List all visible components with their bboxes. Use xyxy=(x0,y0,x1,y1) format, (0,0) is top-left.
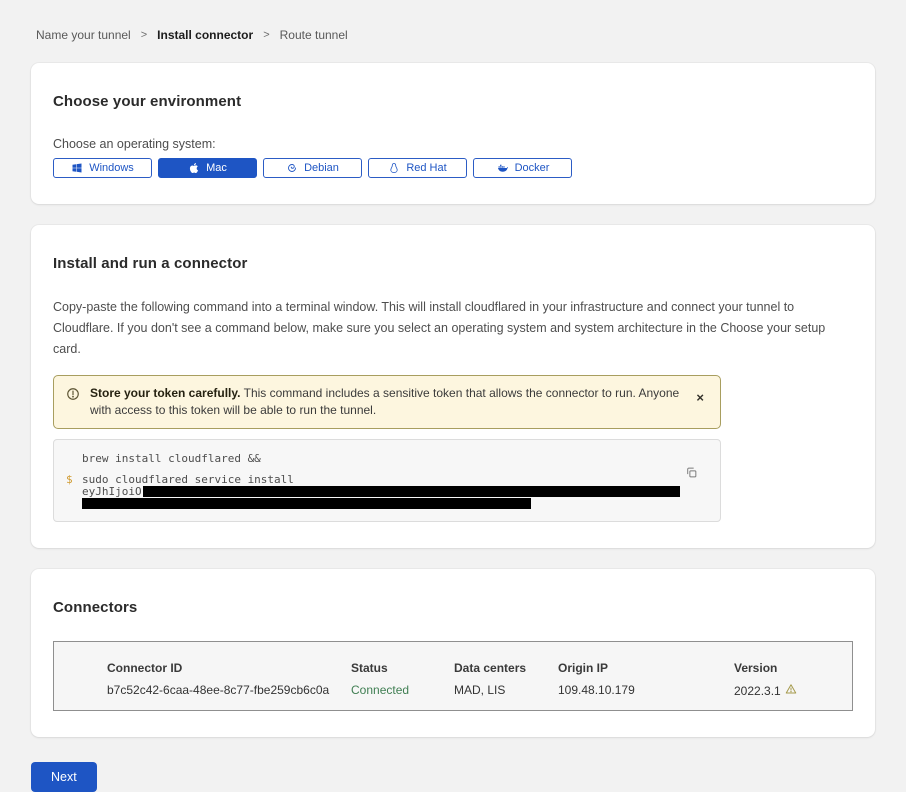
warning-text: Store your token carefully. This command… xyxy=(90,385,684,419)
breadcrumb-item-install-connector[interactable]: Install connector xyxy=(157,28,253,42)
connector-id-value: b7c52c42-6caa-48ee-8c77-fbe259cb6c0a xyxy=(107,683,351,698)
environment-card: Choose your environment Choose an operat… xyxy=(31,63,875,204)
origin-ip-value: 109.48.10.179 xyxy=(558,683,734,698)
os-button-label: Debian xyxy=(304,162,339,174)
prompt-spacer xyxy=(66,453,82,465)
status-badge: Connected xyxy=(351,683,454,698)
close-icon[interactable]: × xyxy=(696,393,704,403)
breadcrumb: Name your tunnel > Install connector > R… xyxy=(36,28,875,42)
terminal-line-1: brew install cloudflared && xyxy=(66,453,680,465)
copy-icon[interactable] xyxy=(685,466,698,482)
tunnel-setup-page: Name your tunnel > Install connector > R… xyxy=(0,0,906,792)
os-button-docker[interactable]: Docker xyxy=(473,158,572,178)
docker-icon xyxy=(496,162,509,174)
apple-icon xyxy=(188,162,200,174)
windows-icon xyxy=(71,162,83,174)
breadcrumb-item-route-tunnel[interactable]: Route tunnel xyxy=(280,28,348,42)
connectors-card: Connectors Connector ID Status Data cent… xyxy=(31,569,875,737)
breadcrumb-item-name-your-tunnel[interactable]: Name your tunnel xyxy=(36,28,131,42)
warning-triangle-icon xyxy=(785,683,797,698)
prompt-spacer xyxy=(66,498,82,509)
breadcrumb-separator: > xyxy=(263,29,269,41)
token-warning-banner: Store your token carefully. This command… xyxy=(53,375,721,429)
alert-circle-icon xyxy=(66,387,80,406)
prompt-spacer xyxy=(66,486,82,498)
next-button[interactable]: Next xyxy=(31,762,97,792)
os-button-label: Mac xyxy=(206,162,227,174)
os-button-debian[interactable]: Debian xyxy=(263,158,362,178)
terminal-command-block: brew install cloudflared && $ sudo cloud… xyxy=(53,439,721,522)
table-header-row: Connector ID Status Data centers Origin … xyxy=(107,661,852,675)
os-button-label: Red Hat xyxy=(406,162,446,174)
terminal-token-line: eyJhIjoiO xyxy=(66,486,680,498)
data-centers-value: MAD, LIS xyxy=(454,683,558,698)
os-button-label: Windows xyxy=(89,162,134,174)
redacted-token-bar xyxy=(143,486,680,497)
token-text: eyJhIjoiO xyxy=(82,486,680,498)
col-header-version: Version xyxy=(734,661,852,675)
install-card-description: Copy-paste the following command into a … xyxy=(53,297,853,360)
os-button-windows[interactable]: Windows xyxy=(53,158,152,178)
install-connector-card: Install and run a connector Copy-paste t… xyxy=(31,225,875,548)
command-text: brew install cloudflared && xyxy=(82,453,261,465)
terminal-token-line-2 xyxy=(66,498,680,509)
version-number: 2022.3.1 xyxy=(734,684,781,698)
warning-title: Store your token carefully. xyxy=(90,386,241,400)
os-button-label: Docker xyxy=(515,162,550,174)
shell-prompt: $ xyxy=(66,474,82,486)
breadcrumb-separator: > xyxy=(141,29,147,41)
col-header-status: Status xyxy=(351,661,454,675)
debian-icon xyxy=(286,162,298,174)
environment-card-title: Choose your environment xyxy=(53,93,853,110)
connectors-card-title: Connectors xyxy=(53,599,853,616)
connectors-table: Connector ID Status Data centers Origin … xyxy=(53,641,853,711)
redacted-token-bar xyxy=(82,498,531,509)
col-header-data-centers: Data centers xyxy=(454,661,558,675)
col-header-origin-ip: Origin IP xyxy=(558,661,734,675)
os-button-mac[interactable]: Mac xyxy=(158,158,257,178)
terminal-line-2: $ sudo cloudflared service install xyxy=(66,474,680,486)
install-card-title: Install and run a connector xyxy=(53,255,853,272)
col-header-connector-id: Connector ID xyxy=(107,661,351,675)
os-select-label: Choose an operating system: xyxy=(53,137,853,151)
version-value: 2022.3.1 xyxy=(734,683,852,698)
redhat-icon xyxy=(388,162,400,174)
os-button-group: Windows Mac Debian Red Hat xyxy=(53,158,853,178)
table-row: b7c52c42-6caa-48ee-8c77-fbe259cb6c0a Con… xyxy=(107,683,852,698)
os-button-redhat[interactable]: Red Hat xyxy=(368,158,467,178)
